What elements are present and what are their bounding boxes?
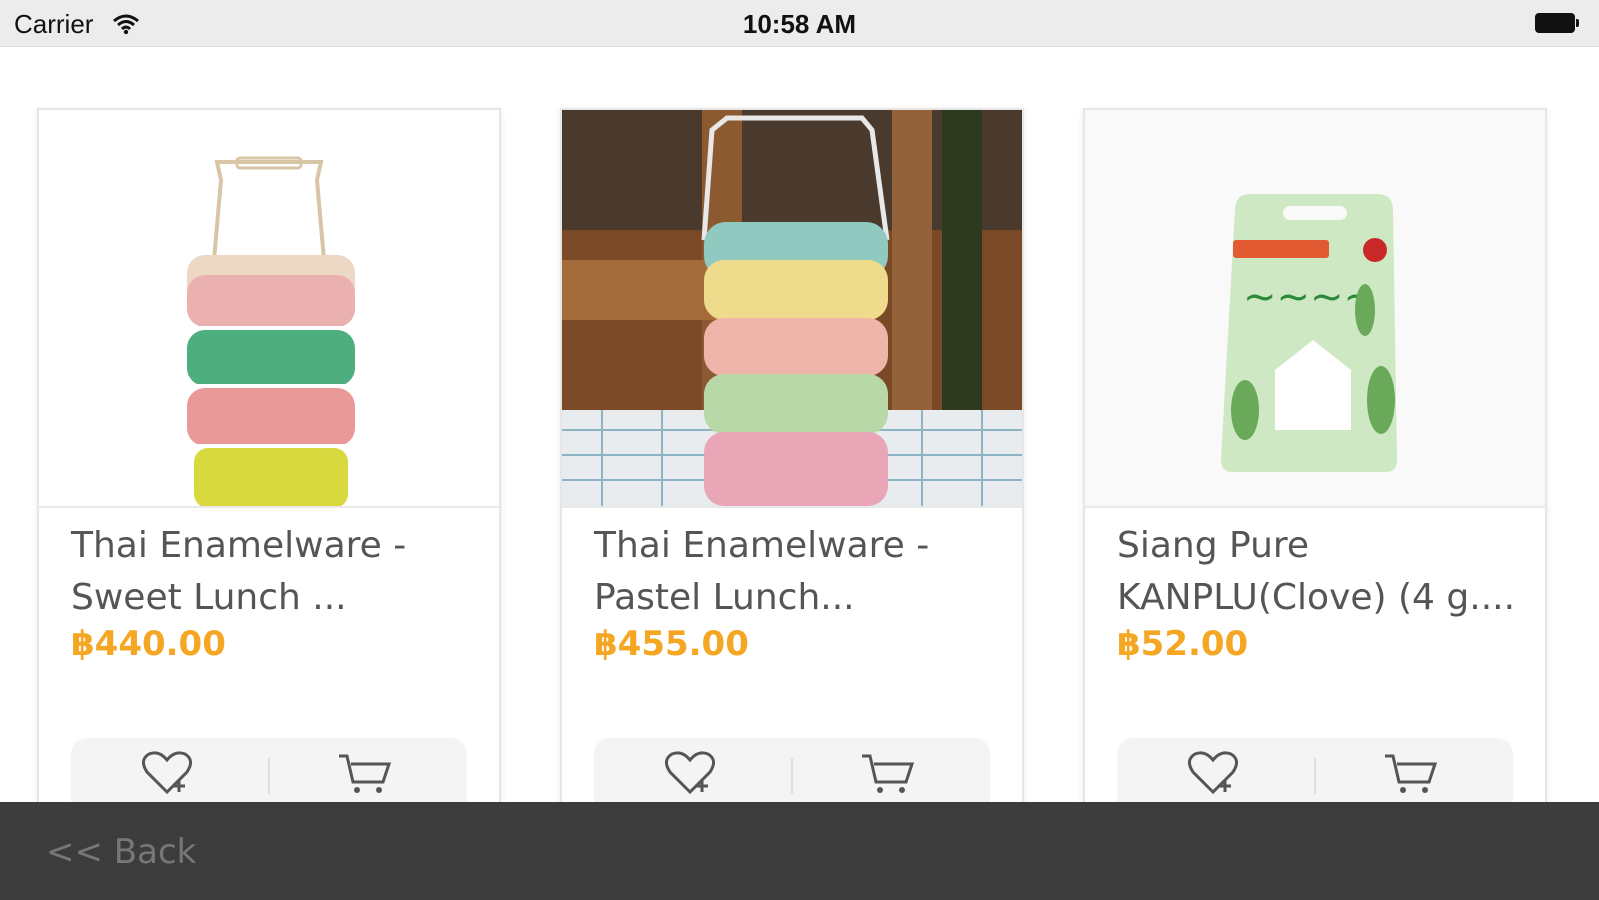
product-actions (594, 738, 990, 802)
product-image[interactable] (39, 110, 499, 508)
product-image[interactable]: ~~~~ (1085, 110, 1545, 508)
product-title[interactable]: Siang Pure KANPLU(Clove) (4 g.... (1117, 520, 1517, 624)
product-card[interactable]: Thai Enamelware - Sweet Lunch ... ฿440.0… (37, 108, 501, 802)
heart-plus-icon[interactable] (137, 748, 197, 798)
bottom-toolbar: << Back (0, 802, 1599, 900)
heart-plus-icon[interactable] (1183, 748, 1243, 798)
divider (1314, 758, 1316, 794)
product-price: ฿440.00 (71, 624, 226, 664)
clock: 10:58 AM (742, 9, 857, 39)
back-button[interactable]: << Back (46, 832, 196, 872)
product-price: ฿52.00 (1117, 624, 1249, 664)
divider (791, 758, 793, 794)
product-actions (1117, 738, 1513, 802)
product-price: ฿455.00 (594, 624, 749, 664)
product-title[interactable]: Thai Enamelware - Sweet Lunch ... (71, 520, 471, 624)
product-grid: Thai Enamelware - Sweet Lunch ... ฿440.0… (0, 46, 1599, 802)
divider (268, 758, 270, 794)
product-actions (71, 738, 467, 802)
product-image[interactable] (562, 110, 1022, 508)
cart-icon[interactable] (1381, 748, 1441, 798)
product-card[interactable]: ~~~~ Siang Pure KANPLU(Clove) (4 g.... ฿… (1083, 108, 1547, 802)
cart-icon[interactable] (858, 748, 918, 798)
status-bar: Carrier 10:58 AM (0, 0, 1599, 47)
product-card[interactable]: Thai Enamelware - Pastel Lunch... ฿455.0… (560, 108, 1024, 802)
product-title[interactable]: Thai Enamelware - Pastel Lunch... (594, 520, 994, 624)
cart-icon[interactable] (335, 748, 395, 798)
heart-plus-icon[interactable] (660, 748, 720, 798)
battery-icon (1535, 13, 1579, 33)
